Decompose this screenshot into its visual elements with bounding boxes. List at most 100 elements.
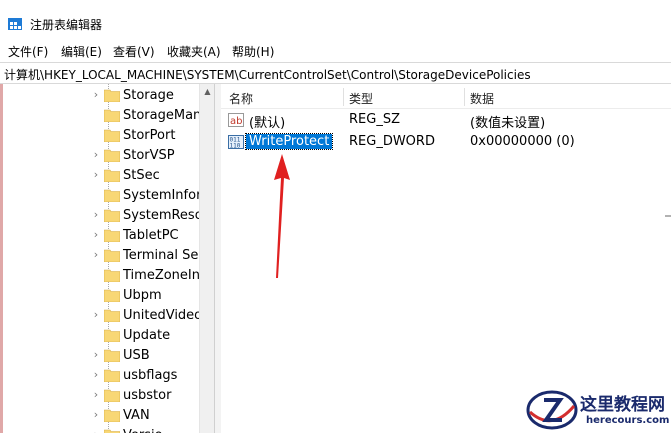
tree-item-label: usbstor — [123, 388, 172, 403]
folder-icon — [104, 429, 120, 433]
tree-item-label: UnitedVideo — [123, 308, 203, 323]
folder-icon — [104, 409, 120, 422]
red-arrow-annotation — [274, 154, 290, 278]
folder-icon — [104, 149, 120, 162]
folder-icon — [104, 369, 120, 382]
tree-item[interactable]: › UnitedVideo — [90, 306, 210, 326]
menu-file[interactable]: 文件(F) — [8, 43, 48, 60]
folder-icon — [104, 129, 120, 142]
tree-item-label: StorVSP — [123, 148, 175, 163]
menu-help[interactable]: 帮助(H) — [232, 43, 274, 60]
chevron-right-icon[interactable]: › — [90, 388, 102, 402]
chevron-right-icon[interactable]: › — [90, 428, 102, 433]
value-name[interactable]: WriteProtect — [244, 133, 334, 150]
chevron-right-icon[interactable]: › — [90, 148, 102, 162]
chevron-right-icon[interactable]: › — [90, 168, 102, 182]
tree-item[interactable]: SystemInform — [90, 186, 214, 206]
site-watermark: 这里教程网 herecours.com — [522, 386, 671, 433]
tree-item-label: Versio — [123, 428, 163, 433]
folder-icon — [104, 249, 120, 262]
window-title: 注册表编辑器 — [30, 18, 103, 32]
chevron-right-icon[interactable]: › — [90, 228, 102, 242]
folder-icon — [104, 329, 120, 342]
tree-item-label: USB — [123, 348, 150, 363]
tree-item[interactable]: › Storage — [90, 86, 210, 106]
tree-item[interactable]: TimeZoneInfo — [90, 266, 213, 286]
folder-icon — [104, 269, 120, 282]
chevron-right-icon[interactable]: › — [90, 208, 102, 222]
tree-item[interactable]: › VAN — [90, 406, 210, 426]
header-divider — [221, 108, 671, 109]
value-data: 0x00000000 (0) — [470, 134, 575, 149]
value-row[interactable]: ab (默认) REG_SZ (数值未设置) — [221, 110, 671, 131]
tree-item-label: usbflags — [123, 368, 178, 383]
tree-item-label: Ubpm — [123, 288, 162, 303]
value-name[interactable]: (默认) — [246, 112, 288, 131]
column-separator[interactable] — [343, 88, 344, 106]
address-bar[interactable]: 计算机\HKEY_LOCAL_MACHINE\SYSTEM\CurrentCon… — [0, 62, 671, 84]
folder-icon — [104, 289, 120, 302]
tree-item[interactable]: StorageMana — [90, 106, 210, 126]
folder-icon — [104, 169, 120, 182]
tree-item[interactable]: › USB — [90, 346, 210, 366]
folder-icon — [104, 89, 120, 102]
folder-icon — [104, 209, 120, 222]
tree-item[interactable]: › TabletPC — [90, 226, 210, 246]
chevron-right-icon[interactable]: › — [90, 348, 102, 362]
folder-icon — [104, 229, 120, 242]
title-bar: 注册表编辑器 — [0, 0, 671, 36]
tree-item[interactable]: Update — [90, 326, 210, 346]
tree-item[interactable]: › usbflags — [90, 366, 210, 386]
tree-item-label: Update — [123, 328, 171, 343]
tree-item-label: StorPort — [123, 128, 176, 143]
chevron-right-icon[interactable]: › — [90, 88, 102, 102]
column-header-name[interactable]: 名称 — [229, 90, 253, 107]
menu-view[interactable]: 查看(V) — [113, 43, 155, 60]
tree-vertical-scrollbar[interactable]: ▲ — [199, 84, 215, 433]
key-tree-pane[interactable]: › Storage StorageMana StorPort › StorVSP › StSe… — [0, 84, 214, 433]
tree-item[interactable]: StorPort — [90, 126, 210, 146]
address-path[interactable]: 计算机\HKEY_LOCAL_MACHINE\SYSTEM\CurrentCon… — [4, 66, 531, 83]
tree-item-label: SystemResou — [123, 208, 211, 223]
resize-grip-icon[interactable] — [665, 212, 671, 220]
value-type: REG_DWORD — [349, 134, 435, 149]
svg-text:ab: ab — [230, 116, 242, 127]
menu-edit[interactable]: 编辑(E) — [61, 43, 102, 60]
tree-item-label: StSec — [123, 168, 160, 183]
chevron-right-icon[interactable]: › — [90, 248, 102, 262]
menu-favorites[interactable]: 收藏夹(A) — [167, 43, 221, 60]
tree-item[interactable]: Ubpm — [90, 286, 210, 306]
watermark-title: 这里教程网 — [580, 395, 665, 415]
chevron-right-icon[interactable]: › — [90, 408, 102, 422]
folder-icon — [104, 109, 120, 122]
tree-item[interactable]: › SystemResou — [90, 206, 211, 226]
tree-item[interactable]: › usbstor — [90, 386, 210, 406]
tree-item[interactable]: › StSec — [90, 166, 210, 186]
binary-value-icon: 011 110 — [228, 135, 244, 150]
column-header-type[interactable]: 类型 — [349, 90, 373, 107]
tree-item-label: TabletPC — [123, 228, 179, 243]
value-row-selected[interactable]: 011 110 WriteProtect REG_DWORD 0x0000000… — [221, 132, 671, 152]
column-separator[interactable] — [464, 88, 465, 106]
folder-icon — [104, 349, 120, 362]
scroll-up-arrow-icon[interactable]: ▲ — [200, 84, 215, 100]
string-value-icon: ab — [228, 113, 244, 127]
tree-item-label: Storage — [123, 88, 174, 103]
watermark-logo-icon — [526, 390, 578, 430]
tree-item[interactable]: › Versio — [90, 426, 210, 433]
chevron-right-icon[interactable]: › — [90, 308, 102, 322]
tree-item[interactable]: › StorVSP — [90, 146, 210, 166]
menu-bar: 文件(F) 编辑(E) 查看(V) 收藏夹(A) 帮助(H) — [0, 40, 671, 60]
watermark-url: herecours.com — [586, 415, 670, 426]
value-type: REG_SZ — [349, 112, 400, 127]
tree-item[interactable]: › Terminal Serv — [90, 246, 212, 266]
folder-icon — [104, 389, 120, 402]
chevron-right-icon[interactable]: › — [90, 368, 102, 382]
tree-item-label: VAN — [123, 408, 150, 423]
folder-icon — [104, 309, 120, 322]
window-left-edge — [0, 84, 3, 433]
column-header-data[interactable]: 数据 — [470, 90, 494, 107]
svg-text:110: 110 — [230, 143, 241, 150]
value-data: (数值未设置) — [470, 116, 546, 131]
tree-item-label: StorageMana — [123, 108, 210, 123]
